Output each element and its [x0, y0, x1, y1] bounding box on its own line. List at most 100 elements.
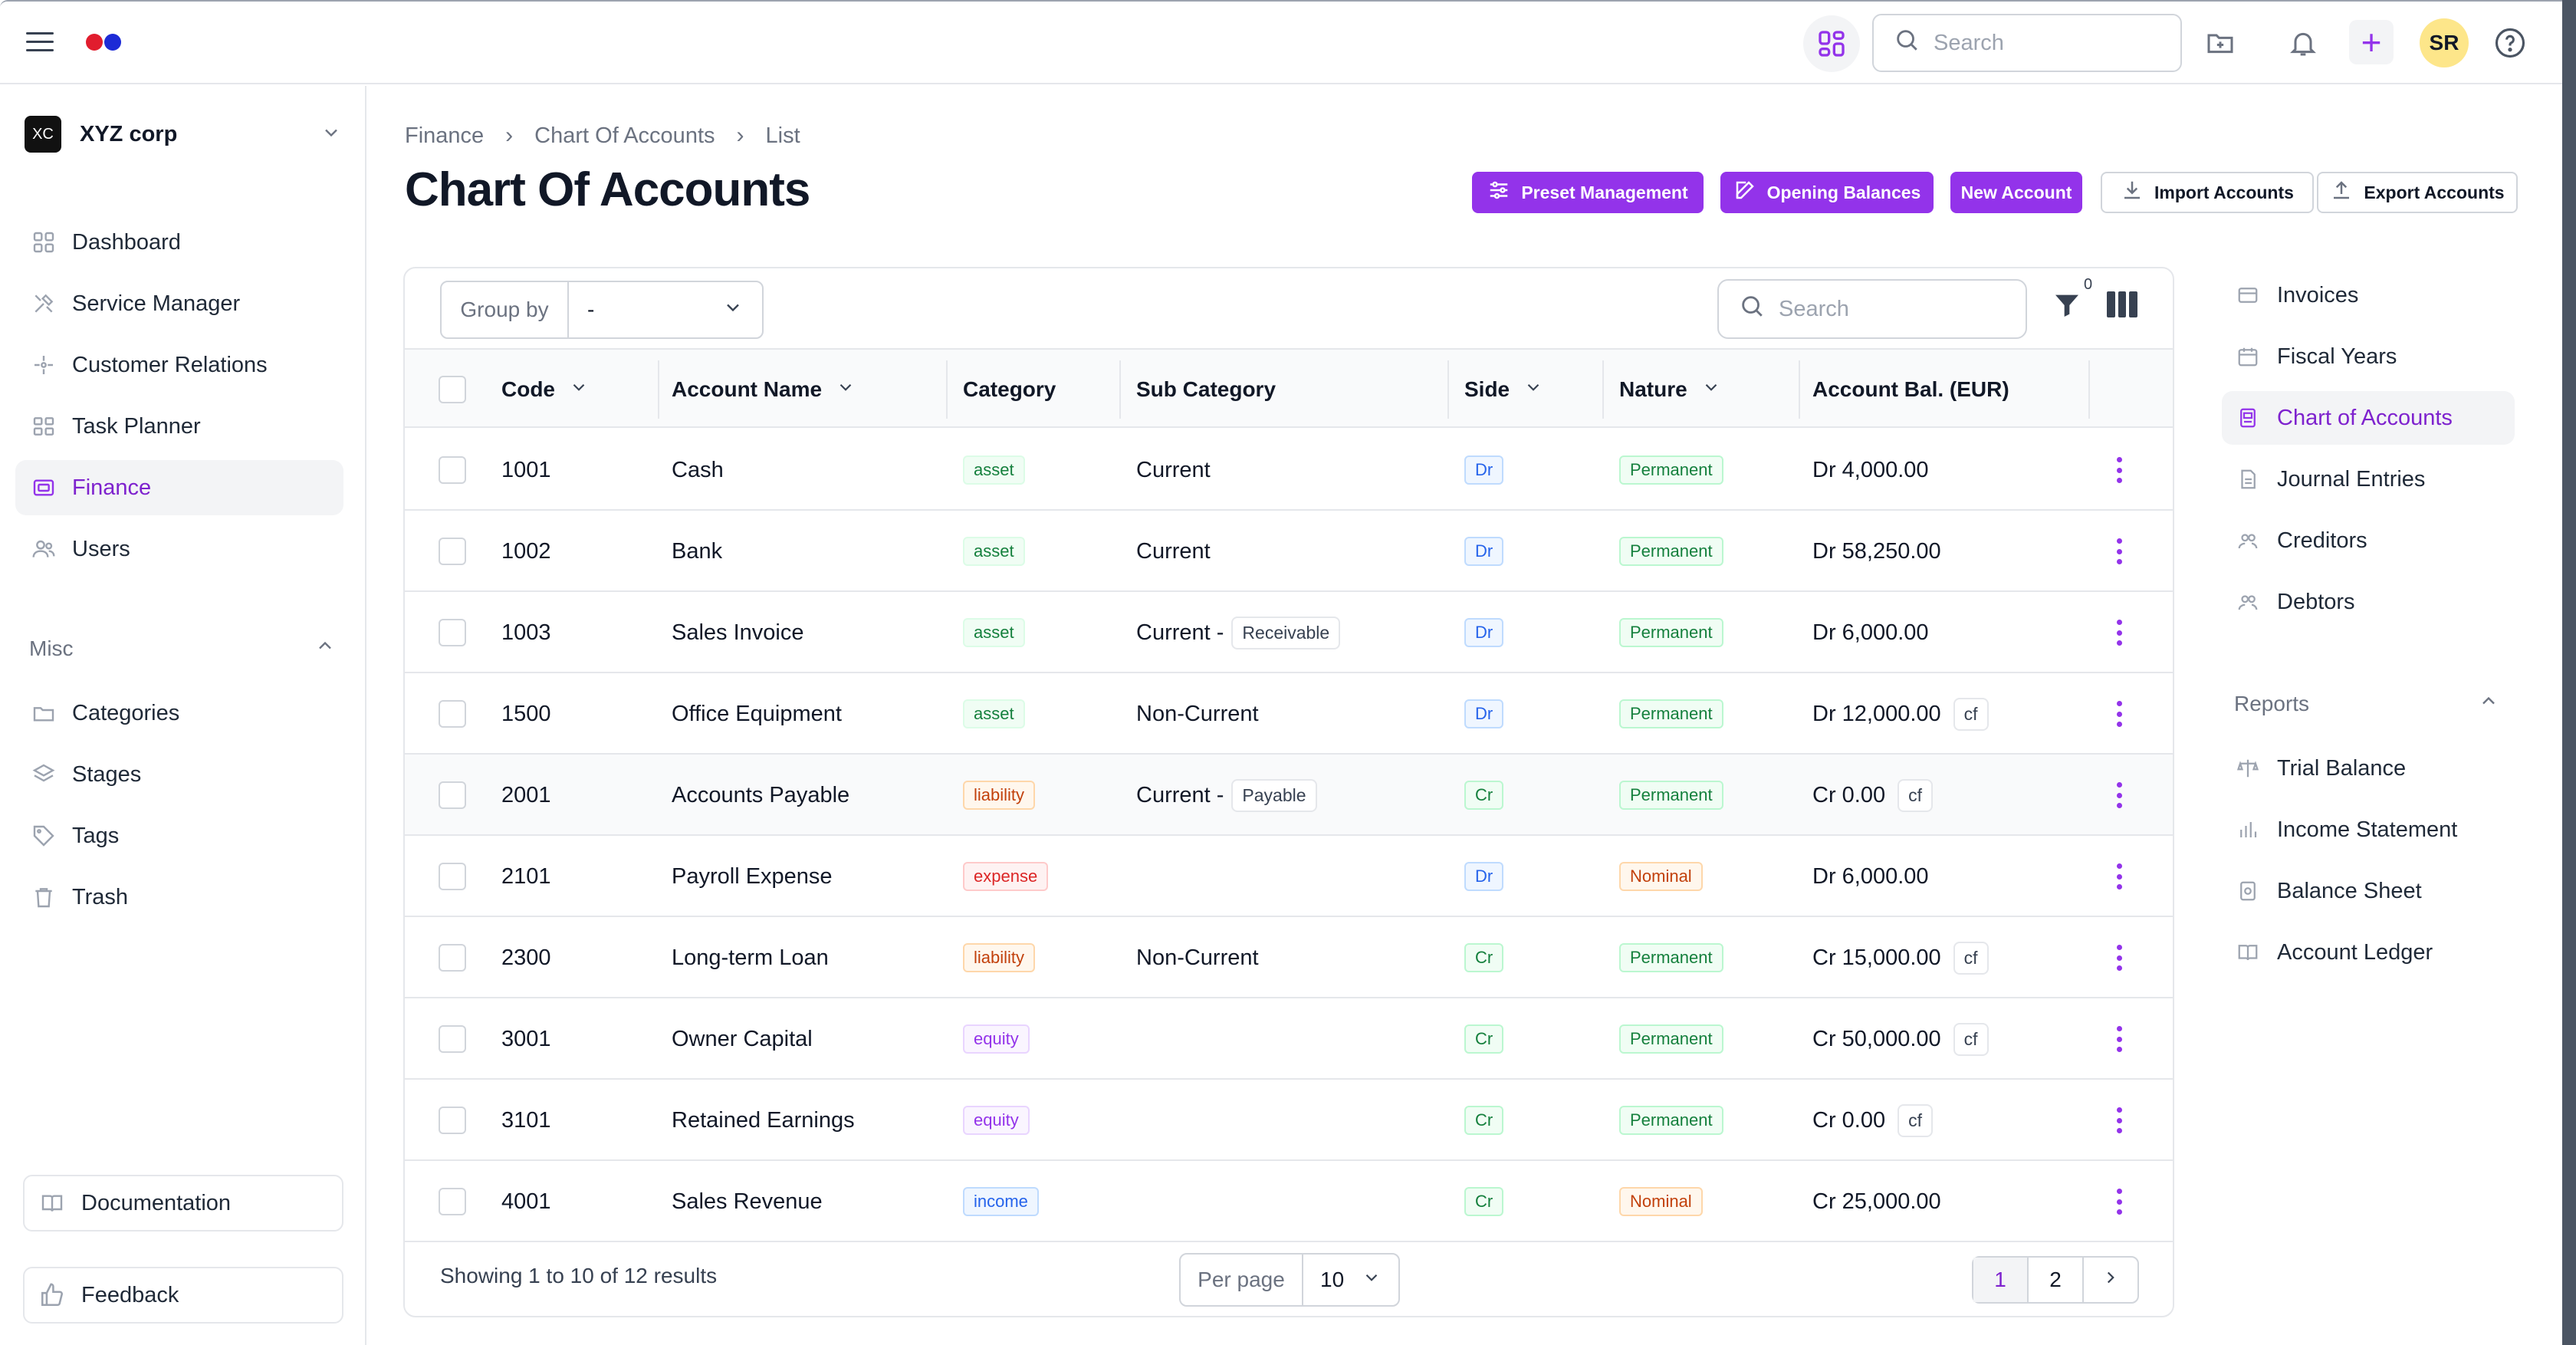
folder-add-icon[interactable]: [2202, 25, 2239, 61]
filter-icon[interactable]: [2052, 290, 2082, 321]
table-row[interactable]: 3101 Retained Earnings equity Cr Permanent Cr…: [405, 1080, 2173, 1161]
sidebar-item-dashboard[interactable]: Dashboard: [15, 215, 343, 270]
sidebar-item-task-planner[interactable]: Task Planner: [15, 399, 343, 454]
sidebar-item-finance[interactable]: Finance: [15, 460, 343, 515]
row-actions-icon[interactable]: [2114, 1107, 2124, 1133]
subnav-item-trial-balance[interactable]: Trial Balance: [2222, 742, 2515, 795]
breadcrumb-item[interactable]: Chart Of Accounts: [534, 123, 715, 149]
column-header-account-name[interactable]: Account Name: [672, 350, 856, 429]
row-checkbox[interactable]: [439, 538, 466, 565]
carry-forward-chip: cf: [1953, 1022, 1989, 1056]
export-accounts-button[interactable]: Export Accounts: [2317, 172, 2518, 213]
sidebar-item-service-manager[interactable]: Service Manager: [15, 276, 343, 331]
account-name[interactable]: Cash: [672, 458, 724, 483]
page-button[interactable]: 1: [1973, 1258, 2029, 1302]
subnav-item-invoices[interactable]: Invoices: [2222, 268, 2515, 322]
table-row[interactable]: 1002 Bank asset Current Dr Permanent Dr 58,250…: [405, 511, 2173, 592]
table-row[interactable]: 3001 Owner Capital equity Cr Permanent Cr 50,…: [405, 998, 2173, 1080]
next-page-button[interactable]: [2084, 1258, 2137, 1302]
account-name[interactable]: Bank: [672, 539, 722, 564]
per-page-select[interactable]: Per page 10: [1179, 1253, 1400, 1307]
category-badge: income: [963, 1186, 1039, 1217]
row-checkbox[interactable]: [439, 1107, 466, 1134]
sidebar-item-categories[interactable]: Categories: [15, 686, 343, 741]
row-actions-icon[interactable]: [2114, 863, 2124, 890]
user-avatar[interactable]: SR: [2420, 18, 2469, 67]
new-account-button[interactable]: New Account: [1950, 172, 2082, 213]
help-icon[interactable]: [2492, 25, 2528, 61]
sidebar-item-label: Categories: [72, 700, 180, 725]
sidebar-item-tags[interactable]: Tags: [15, 808, 343, 863]
sidebar-item-customer-relations[interactable]: Customer Relations: [15, 337, 343, 393]
table-row[interactable]: 1001 Cash asset Current Dr Permanent Dr 4,000.…: [405, 429, 2173, 511]
account-name[interactable]: Sales Invoice: [672, 620, 804, 646]
table-row[interactable]: 2300 Long-term Loan liability Non-Current Cr…: [405, 917, 2173, 998]
reports-section-header[interactable]: Reports: [2234, 690, 2499, 717]
table-search-input[interactable]: Search: [1717, 279, 2027, 339]
select-all-checkbox[interactable]: [439, 376, 466, 403]
feedback-button[interactable]: Feedback: [23, 1267, 343, 1324]
table-row[interactable]: 4001 Sales Revenue income Cr Nominal Cr 25,00…: [405, 1161, 2173, 1242]
org-switcher[interactable]: XC XYZ corp: [25, 115, 342, 153]
row-actions-icon[interactable]: [2114, 620, 2124, 646]
row-checkbox[interactable]: [439, 1188, 466, 1215]
group-by-select[interactable]: Group by -: [440, 281, 764, 339]
subnav-item-account-ledger[interactable]: Account Ledger: [2222, 926, 2515, 979]
import-accounts-button[interactable]: Import Accounts: [2101, 172, 2314, 213]
subnav-item-income-statement[interactable]: Income Statement: [2222, 803, 2515, 857]
account-name[interactable]: Accounts Payable: [672, 783, 849, 808]
row-actions-icon[interactable]: [2114, 538, 2124, 564]
row-checkbox[interactable]: [439, 781, 466, 809]
row-actions-icon[interactable]: [2114, 1189, 2124, 1215]
column-header-nature[interactable]: Nature: [1619, 350, 1721, 429]
table-row[interactable]: 1500 Office Equipment asset Non-Current Dr Pe…: [405, 673, 2173, 755]
app-logo[interactable]: [86, 34, 121, 51]
documentation-button[interactable]: Documentation: [23, 1175, 343, 1232]
menu-icon[interactable]: [26, 32, 54, 52]
columns-icon[interactable]: [2107, 291, 2138, 317]
row-checkbox[interactable]: [439, 700, 466, 728]
subnav-item-balance-sheet[interactable]: Balance Sheet: [2222, 864, 2515, 918]
column-header-side[interactable]: Side: [1464, 350, 1543, 429]
row-checkbox[interactable]: [439, 863, 466, 890]
sidebar-item-label: Task Planner: [72, 413, 201, 439]
table-row[interactable]: 2101 Payroll Expense expense Dr Nominal Dr 6,…: [405, 836, 2173, 917]
side-badge: Dr: [1464, 455, 1504, 485]
row-actions-icon[interactable]: [2114, 457, 2124, 483]
plus-icon[interactable]: +: [2349, 20, 2394, 64]
preset-management-button[interactable]: Preset Management: [1472, 172, 1704, 213]
sidebar-item-trash[interactable]: Trash: [15, 870, 343, 925]
misc-section-header[interactable]: Misc: [29, 635, 336, 662]
sidebar-item-users[interactable]: Users: [15, 521, 343, 577]
subnav-item-creditors[interactable]: Creditors: [2222, 514, 2515, 567]
account-name[interactable]: Retained Earnings: [672, 1108, 855, 1133]
row-actions-icon[interactable]: [2114, 1026, 2124, 1052]
account-name[interactable]: Payroll Expense: [672, 864, 833, 890]
subnav-item-journal-entries[interactable]: Journal Entries: [2222, 452, 2515, 506]
row-checkbox[interactable]: [439, 944, 466, 972]
row-actions-icon[interactable]: [2114, 701, 2124, 727]
account-name[interactable]: Owner Capital: [672, 1027, 813, 1052]
table-row[interactable]: 2001 Accounts Payable liability Current - Pa…: [405, 755, 2173, 836]
breadcrumb-item[interactable]: Finance: [405, 123, 484, 149]
opening-balances-button[interactable]: Opening Balances: [1720, 172, 1934, 213]
bell-icon[interactable]: [2285, 25, 2321, 61]
sidebar-item-stages[interactable]: Stages: [15, 747, 343, 802]
account-name[interactable]: Sales Revenue: [672, 1189, 823, 1215]
row-checkbox[interactable]: [439, 456, 466, 484]
subnav-item-debtors[interactable]: Debtors: [2222, 575, 2515, 629]
row-actions-icon[interactable]: [2114, 945, 2124, 971]
row-checkbox[interactable]: [439, 1025, 466, 1053]
table-row[interactable]: 1003 Sales Invoice asset Current - Receivabl…: [405, 592, 2173, 673]
carry-forward-chip: cf: [1953, 941, 1989, 975]
account-name[interactable]: Long-term Loan: [672, 945, 829, 971]
apps-icon[interactable]: [1803, 15, 1860, 72]
row-actions-icon[interactable]: [2114, 782, 2124, 808]
column-header-code[interactable]: Code: [501, 350, 589, 429]
subnav-item-chart-of-accounts[interactable]: Chart of Accounts: [2222, 391, 2515, 445]
global-search-input[interactable]: Search: [1872, 14, 2182, 72]
subnav-item-fiscal-years[interactable]: Fiscal Years: [2222, 330, 2515, 383]
account-name[interactable]: Office Equipment: [672, 702, 842, 727]
row-checkbox[interactable]: [439, 619, 466, 646]
page-button[interactable]: 2: [2029, 1258, 2084, 1302]
